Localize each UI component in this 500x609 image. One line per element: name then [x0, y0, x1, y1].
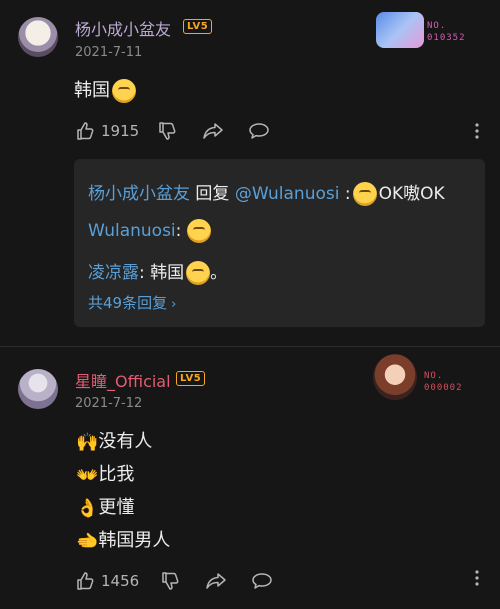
reply-text: 韩国 — [150, 263, 185, 283]
comment-line: 👐比我 — [74, 460, 134, 486]
more-options-button[interactable] — [474, 122, 480, 144]
reply-word: 回复 — [195, 184, 230, 204]
speech-bubble-icon — [252, 573, 272, 589]
more-options-button[interactable] — [474, 569, 480, 591]
username[interactable]: 杨小成小盆友 — [75, 16, 171, 40]
like-button[interactable]: 1915 — [75, 121, 139, 141]
reply-username[interactable]: 凌凉露 — [88, 263, 139, 283]
thinking-face-emoji-icon — [186, 219, 211, 243]
thumbs-up-icon — [77, 572, 94, 590]
comment-item: 星瞳_Official LV5 2021-7-12 NO. 000002 🙌没有… — [0, 347, 500, 609]
comment-line: 🙌没有人 — [74, 427, 152, 453]
thinking-face-emoji-icon — [112, 79, 136, 103]
level-badge: LV5 — [176, 371, 206, 386]
user-avatar[interactable] — [18, 17, 58, 57]
comment-text: 韩国 — [74, 80, 110, 101]
reply-end: 。 — [210, 263, 228, 283]
fan-badge-image — [376, 12, 424, 48]
reply-mention[interactable]: @Wulanuosi — [235, 184, 340, 204]
reply-preview-box[interactable]: 杨小成小盆友 回复 @Wulanuosi : OK嗷OK Wulanuosi: 凌… — [74, 159, 485, 327]
pointing-hand-emoji-icon: 🫲 — [76, 530, 99, 552]
comment-date: 2021-7-11 — [75, 45, 143, 60]
share-arrow-icon — [203, 123, 223, 139]
reply-text: OK嗷OK — [378, 184, 445, 204]
speech-bubble-icon — [249, 123, 269, 139]
reply-separator: : — [175, 221, 182, 241]
like-button[interactable]: 1456 — [75, 571, 139, 591]
reply-username[interactable]: Wulanuosi — [88, 221, 176, 241]
comment-date: 2021-7-12 — [75, 396, 143, 411]
reply-item: 凌凉露: 韩国 。 — [88, 258, 227, 285]
share-button[interactable] — [205, 571, 227, 591]
comment-text: 更懂 — [98, 497, 135, 518]
dislike-button[interactable] — [157, 121, 177, 141]
thinking-face-emoji-icon — [186, 261, 211, 285]
reply-button[interactable] — [251, 571, 273, 591]
view-more-replies-link[interactable]: 共49条回复 › — [88, 292, 176, 313]
username[interactable]: 星瞳_Official — [75, 368, 171, 392]
share-button[interactable] — [202, 121, 224, 141]
comment-text: 比我 — [98, 464, 135, 485]
open-hands-emoji-icon: 👐 — [76, 464, 99, 486]
comment-line: 👌更懂 — [74, 493, 134, 519]
level-badge: LV5 — [183, 19, 213, 34]
thinking-face-emoji-icon — [352, 182, 377, 206]
reply-separator: : — [344, 184, 351, 204]
reply-username[interactable]: 杨小成小盆友 — [88, 184, 190, 204]
comment-content: 韩国 — [74, 76, 136, 103]
more-vertical-icon — [475, 570, 479, 586]
user-avatar[interactable] — [18, 369, 58, 409]
thumbs-down-icon — [162, 572, 179, 590]
fan-badge-image — [373, 354, 417, 400]
reply-separator: : — [139, 263, 145, 283]
share-arrow-icon — [206, 573, 226, 589]
more-vertical-icon — [475, 123, 479, 139]
reply-item: 杨小成小盆友 回复 @Wulanuosi : OK嗷OK — [88, 179, 445, 206]
more-replies-label: 共49条回复 — [88, 294, 168, 312]
comment-item: 杨小成小盆友 LV5 2021-7-11 NO. 010352 韩国 1915 … — [0, 0, 500, 346]
comment-text: 韩国男人 — [98, 530, 171, 551]
reply-button[interactable] — [248, 121, 270, 141]
reply-item: Wulanuosi: — [88, 219, 211, 243]
comment-text: 没有人 — [98, 431, 153, 452]
like-count: 1915 — [101, 122, 140, 140]
fan-badge-number: NO. 010352 — [427, 21, 466, 43]
chevron-right-icon: › — [171, 297, 177, 312]
like-count: 1456 — [101, 572, 140, 590]
comment-line: 🫲韩国男人 — [74, 526, 170, 552]
raising-hands-emoji-icon: 🙌 — [76, 431, 99, 453]
thumbs-down-icon — [159, 122, 176, 140]
thumbs-up-icon — [77, 122, 94, 140]
ok-hand-emoji-icon: 👌 — [76, 497, 99, 519]
dislike-button[interactable] — [160, 571, 180, 591]
fan-badge-number: NO. 000002 — [424, 371, 463, 393]
